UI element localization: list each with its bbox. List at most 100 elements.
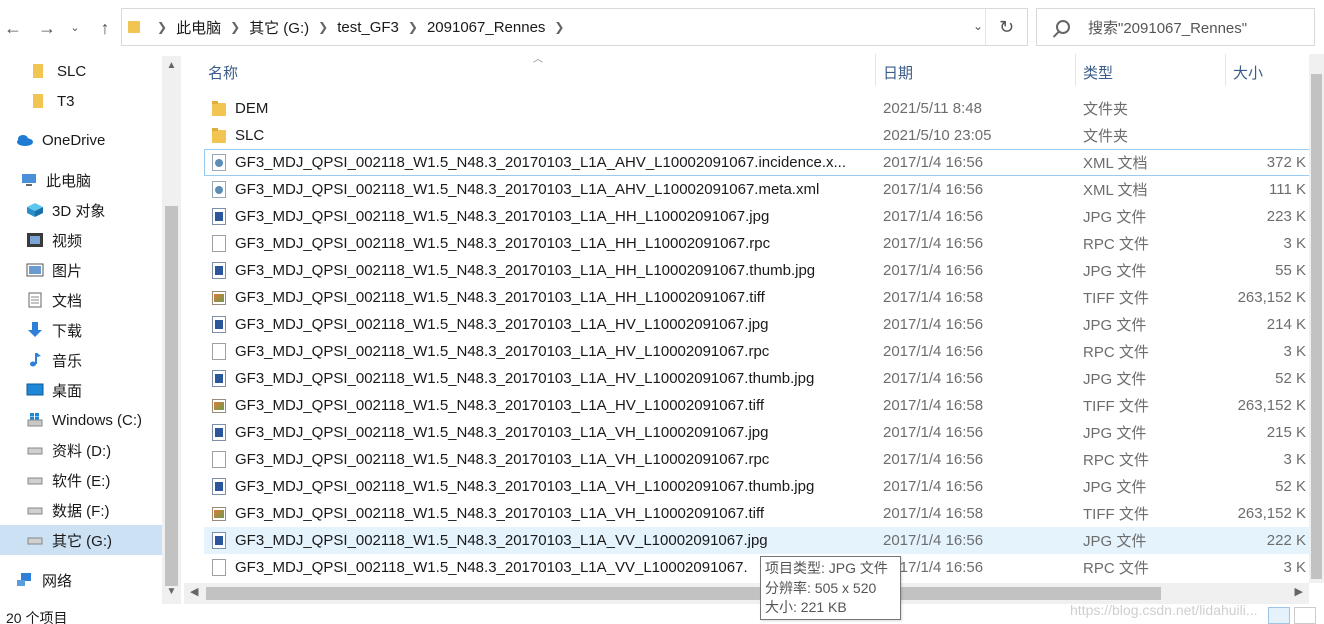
breadcrumb-test-gf3[interactable]: test_GF3 — [337, 19, 399, 36]
file-row[interactable]: GF3_MDJ_QPSI_002118_W1.5_N48.3_20170103_… — [204, 419, 1314, 446]
file-size: 214 K — [1266, 316, 1306, 333]
sidebar-item-downloads[interactable]: 下载 — [0, 315, 162, 345]
file-row[interactable]: GF3_MDJ_QPSI_002118_W1.5_N48.3_20170103_… — [204, 554, 1314, 581]
file-name[interactable]: GF3_MDJ_QPSI_002118_W1.5_N48.3_20170103_… — [235, 316, 875, 333]
file-row[interactable]: SLC 2021/5/10 23:05 文件夹 — [204, 122, 1314, 149]
chevron-down-icon[interactable]: ⌄ — [973, 19, 983, 33]
sidebar-item-3d-objects[interactable]: 3D 对象 — [0, 195, 162, 225]
file-name[interactable]: SLC — [235, 127, 875, 144]
file-name[interactable]: GF3_MDJ_QPSI_002118_W1.5_N48.3_20170103_… — [235, 208, 875, 225]
video-icon — [27, 233, 43, 247]
sidebar-item-music[interactable]: 音乐 — [0, 345, 162, 375]
column-header-type[interactable]: 类型 — [1083, 62, 1113, 83]
scroll-down-icon[interactable]: ▼ — [162, 586, 181, 597]
file-name[interactable]: GF3_MDJ_QPSI_002118_W1.5_N48.3_20170103_… — [235, 532, 875, 549]
file-name[interactable]: GF3_MDJ_QPSI_002118_W1.5_N48.3_20170103_… — [235, 181, 875, 198]
file-name[interactable]: GF3_MDJ_QPSI_002118_W1.5_N48.3_20170103_… — [235, 370, 875, 387]
file-date: 2017/1/4 16:58 — [883, 505, 984, 522]
file-name[interactable]: GF3_MDJ_QPSI_002118_W1.5_N48.3_20170103_… — [235, 235, 875, 252]
column-divider[interactable] — [1075, 54, 1076, 86]
file-row[interactable]: GF3_MDJ_QPSI_002118_W1.5_N48.3_20170103_… — [204, 284, 1314, 311]
column-header-name[interactable]: 名称 — [208, 62, 238, 83]
file-type: XML 文档 — [1083, 155, 1148, 172]
column-divider[interactable] — [1225, 54, 1226, 86]
chevron-right-icon[interactable]: ❯ — [318, 20, 328, 34]
sidebar-item-slc[interactable]: SLC — [0, 56, 162, 86]
scroll-up-icon[interactable]: ▲ — [162, 60, 181, 71]
file-list-horizontal-scrollbar[interactable]: ◀ ▶ — [184, 583, 1309, 604]
sidebar-item-this-pc[interactable]: 此电脑 — [0, 165, 162, 195]
scrollbar-thumb[interactable] — [206, 587, 1161, 600]
file-name[interactable]: GF3_MDJ_QPSI_002118_W1.5_N48.3_20170103_… — [235, 451, 875, 468]
file-name[interactable]: GF3_MDJ_QPSI_002118_W1.5_N48.3_20170103_… — [235, 289, 875, 306]
file-row[interactable]: GF3_MDJ_QPSI_002118_W1.5_N48.3_20170103_… — [204, 230, 1314, 257]
large-icons-view-icon[interactable] — [1294, 607, 1316, 624]
file-type: 文件夹 — [1083, 101, 1129, 118]
file-type: JPG 文件 — [1083, 263, 1147, 280]
breadcrumb-this-pc[interactable]: 此电脑 — [176, 17, 221, 38]
refresh-icon[interactable]: ↻ — [985, 9, 1027, 45]
sidebar-item-network[interactable]: 网络 — [0, 565, 162, 595]
sidebar-item-onedrive[interactable]: OneDrive — [0, 125, 162, 155]
details-view-icon[interactable] — [1268, 607, 1290, 624]
file-row[interactable]: GF3_MDJ_QPSI_002118_W1.5_N48.3_20170103_… — [204, 365, 1314, 392]
recent-locations-icon[interactable]: ⌄ — [64, 15, 86, 41]
file-name[interactable]: DEM — [235, 100, 875, 117]
search-input[interactable]: 搜索"2091067_Rennes" — [1088, 17, 1247, 38]
up-arrow-icon[interactable]: ↑ — [94, 15, 116, 41]
file-row[interactable]: GF3_MDJ_QPSI_002118_W1.5_N48.3_20170103_… — [204, 392, 1314, 419]
breadcrumb-drive-g[interactable]: 其它 (G:) — [249, 17, 309, 38]
file-row[interactable]: GF3_MDJ_QPSI_002118_W1.5_N48.3_20170103_… — [204, 203, 1314, 230]
file-list-vertical-scrollbar[interactable] — [1309, 54, 1324, 583]
chevron-right-icon[interactable]: ❯ — [408, 20, 418, 34]
file-name[interactable]: GF3_MDJ_QPSI_002118_W1.5_N48.3_20170103_… — [235, 505, 875, 522]
sidebar-item-drive-c[interactable]: Windows (C:) — [0, 405, 162, 435]
sidebar-item-pictures[interactable]: 图片 — [0, 255, 162, 285]
scrollbar-thumb[interactable] — [165, 206, 178, 586]
scrollbar-thumb[interactable] — [1311, 74, 1322, 579]
chevron-right-icon[interactable]: ❯ — [554, 20, 564, 34]
file-row[interactable]: GF3_MDJ_QPSI_002118_W1.5_N48.3_20170103_… — [204, 446, 1314, 473]
file-name[interactable]: GF3_MDJ_QPSI_002118_W1.5_N48.3_20170103_… — [235, 424, 875, 441]
back-arrow-icon[interactable]: ← — [2, 15, 24, 41]
file-row[interactable]: GF3_MDJ_QPSI_002118_W1.5_N48.3_20170103_… — [204, 473, 1314, 500]
sidebar-item-drive-g[interactable]: 其它 (G:) — [0, 525, 162, 555]
onedrive-icon — [17, 135, 33, 146]
sidebar-item-videos[interactable]: 视频 — [0, 225, 162, 255]
scroll-right-icon[interactable]: ▶ — [1295, 585, 1303, 598]
file-row[interactable]: GF3_MDJ_QPSI_002118_W1.5_N48.3_20170103_… — [204, 500, 1314, 527]
file-size: 52 K — [1275, 478, 1306, 495]
sidebar-item-drive-f[interactable]: 数据 (F:) — [0, 495, 162, 525]
column-divider[interactable] — [875, 54, 876, 86]
jpg-file-icon — [212, 370, 226, 387]
file-row[interactable]: GF3_MDJ_QPSI_002118_W1.5_N48.3_20170103_… — [204, 338, 1314, 365]
sidebar-item-drive-d[interactable]: 资料 (D:) — [0, 435, 162, 465]
scroll-left-icon[interactable]: ◀ — [190, 585, 198, 598]
sidebar-item-drive-e[interactable]: 软件 (E:) — [0, 465, 162, 495]
file-name[interactable]: GF3_MDJ_QPSI_002118_W1.5_N48.3_20170103_… — [235, 154, 875, 171]
sidebar-item-desktop[interactable]: 桌面 — [0, 375, 162, 405]
forward-arrow-icon[interactable]: → — [36, 15, 58, 41]
address-bar[interactable]: ❯ 此电脑 ❯ 其它 (G:) ❯ test_GF3 ❯ 2091067_Ren… — [121, 8, 1028, 46]
file-name[interactable]: GF3_MDJ_QPSI_002118_W1.5_N48.3_20170103_… — [235, 343, 875, 360]
breadcrumb-current-folder[interactable]: 2091067_Rennes — [427, 19, 545, 36]
jpg-file-icon — [212, 532, 226, 549]
file-name[interactable]: GF3_MDJ_QPSI_002118_W1.5_N48.3_20170103_… — [235, 397, 875, 414]
sidebar-scrollbar[interactable]: ▲ ▼ — [162, 56, 181, 604]
file-row[interactable]: DEM 2021/5/11 8:48 文件夹 — [204, 95, 1314, 122]
file-row[interactable]: GF3_MDJ_QPSI_002118_W1.5_N48.3_20170103_… — [204, 311, 1314, 338]
file-row[interactable]: GF3_MDJ_QPSI_002118_W1.5_N48.3_20170103_… — [204, 176, 1314, 203]
sidebar-item-documents[interactable]: 文档 — [0, 285, 162, 315]
file-row[interactable]: GF3_MDJ_QPSI_002118_W1.5_N48.3_20170103_… — [204, 149, 1314, 176]
column-header-date[interactable]: 日期 — [883, 62, 913, 83]
file-row[interactable]: GF3_MDJ_QPSI_002118_W1.5_N48.3_20170103_… — [204, 257, 1314, 284]
column-header-size[interactable]: 大小 — [1233, 62, 1263, 83]
file-name[interactable]: GF3_MDJ_QPSI_002118_W1.5_N48.3_20170103_… — [235, 478, 875, 495]
chevron-right-icon[interactable]: ❯ — [230, 20, 240, 34]
file-name[interactable]: GF3_MDJ_QPSI_002118_W1.5_N48.3_20170103_… — [235, 262, 875, 279]
search-box[interactable]: 搜索"2091067_Rennes" — [1036, 8, 1315, 46]
chevron-right-icon[interactable]: ❯ — [157, 20, 167, 34]
file-row[interactable]: GF3_MDJ_QPSI_002118_W1.5_N48.3_20170103_… — [204, 527, 1314, 554]
sidebar-item-t3[interactable]: T3 — [0, 86, 162, 116]
folder-icon — [33, 94, 43, 108]
